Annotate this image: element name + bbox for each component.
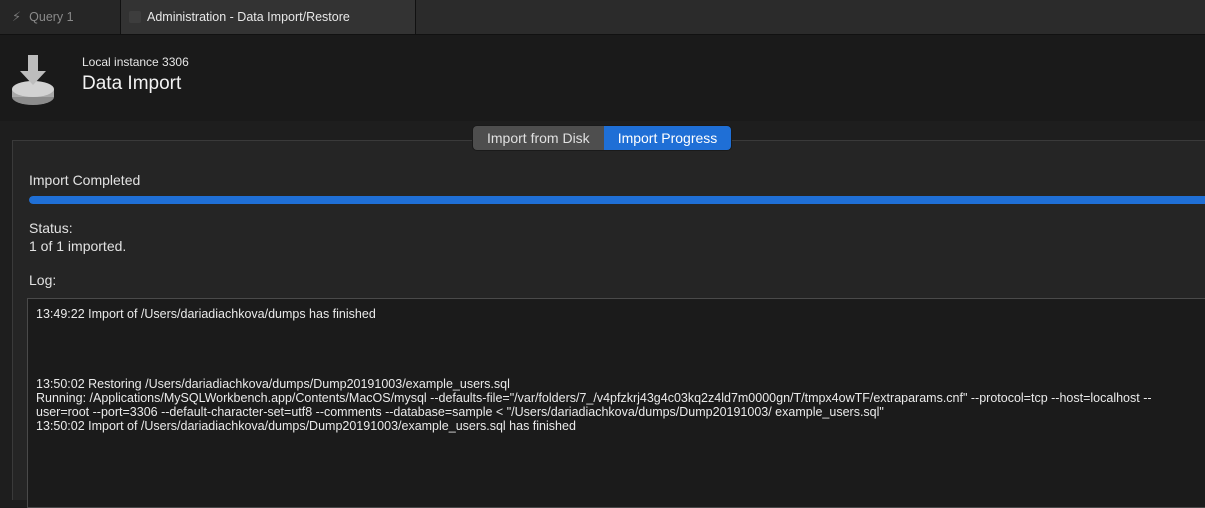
log-line: 13:50:02 Restoring /Users/dariadiachkova… xyxy=(36,377,510,391)
progress-bar xyxy=(29,196,1205,204)
tab-label: Administration - Data Import/Restore xyxy=(147,10,350,24)
log-label: Log: xyxy=(29,272,57,288)
tab-bar: ⚡ Query 1 Administration - Data Import/R… xyxy=(0,0,1205,35)
log-line: 13:49:22 Import of /Users/dariadiachkova… xyxy=(36,307,376,321)
page-header: Local instance 3306 Data Import xyxy=(0,35,1205,121)
log-line: Running: /Applications/MySQLWorkbench.ap… xyxy=(36,391,1152,419)
tab-label: Query 1 xyxy=(29,10,74,24)
status-label: Status: xyxy=(29,220,73,236)
import-progress-panel: Import Completed Status: 1 of 1 imported… xyxy=(12,140,1205,508)
log-line: 13:50:02 Import of /Users/dariadiachkova… xyxy=(36,419,576,433)
lightning-icon: ⚡ xyxy=(12,9,22,24)
log-text-area[interactable]: 13:49:22 Import of /Users/dariadiachkova… xyxy=(27,298,1205,508)
status-value: 1 of 1 imported. xyxy=(29,238,127,254)
progress-bar-fill xyxy=(29,196,1205,204)
tab-administration-data-import[interactable]: Administration - Data Import/Restore xyxy=(120,0,416,34)
import-progress-tab[interactable]: Import Progress xyxy=(603,126,732,150)
progress-status-title: Import Completed xyxy=(29,172,141,188)
admin-tab-icon xyxy=(129,11,141,23)
view-segmented-control: Import from Disk Import Progress xyxy=(472,125,733,151)
tab-query-1[interactable]: ⚡ Query 1 xyxy=(0,0,120,34)
database-import-icon xyxy=(12,55,54,105)
connection-name: Local instance 3306 xyxy=(82,55,189,69)
import-from-disk-tab[interactable]: Import from Disk xyxy=(473,126,604,150)
page-title: Data Import xyxy=(82,73,182,94)
